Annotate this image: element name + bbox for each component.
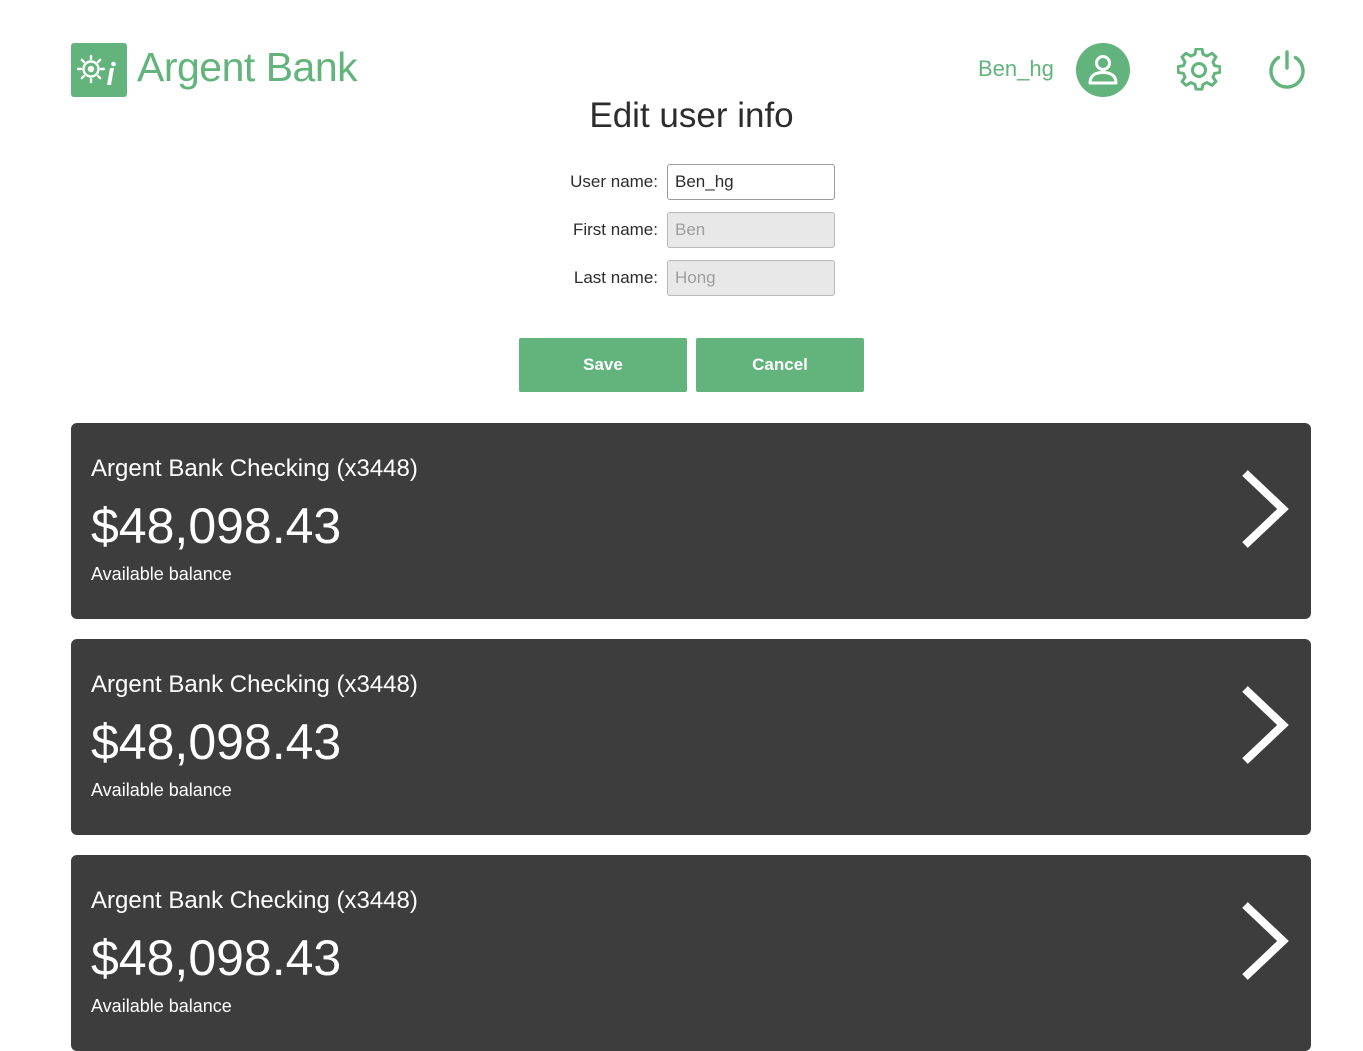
account-amount-description: Available balance bbox=[91, 780, 232, 800]
account-amount-description: Available balance bbox=[91, 564, 232, 584]
page-title: Edit user info bbox=[589, 96, 794, 135]
chevron-right-icon[interactable] bbox=[1237, 469, 1293, 549]
username-row: User name: bbox=[520, 164, 850, 200]
firstname-row: First name: bbox=[520, 212, 850, 248]
brand-logo[interactable]: Argent Bank bbox=[71, 43, 358, 97]
lastname-label: Last name: bbox=[573, 268, 658, 287]
settings-button[interactable] bbox=[1176, 47, 1222, 92]
account-amount-description: Available balance bbox=[91, 996, 232, 1016]
save-button[interactable]: Save bbox=[519, 338, 687, 392]
gear-icon bbox=[1176, 47, 1222, 91]
account-card[interactable]: Argent Bank Checking (x3448) $48,098.43 … bbox=[71, 639, 1311, 835]
lastname-row: Last name: bbox=[520, 260, 850, 296]
firstname-input bbox=[667, 212, 835, 248]
logout-button[interactable] bbox=[1266, 49, 1308, 91]
account-title: Argent Bank Checking (x3448) bbox=[91, 455, 418, 482]
chevron-right-icon[interactable] bbox=[1237, 685, 1293, 765]
user-avatar-button[interactable] bbox=[1076, 43, 1130, 97]
header: Argent Bank Ben_hg bbox=[0, 0, 1363, 110]
header-username[interactable]: Ben_hg bbox=[978, 56, 1054, 82]
firstname-label: First name: bbox=[572, 220, 658, 239]
account-amount: $48,098.43 bbox=[91, 714, 342, 770]
account-card[interactable]: Argent Bank Checking (x3448) $48,098.43 … bbox=[71, 855, 1311, 1051]
username-input[interactable] bbox=[667, 164, 835, 200]
lastname-input bbox=[667, 260, 835, 296]
username-label: User name: bbox=[570, 172, 658, 191]
account-amount: $48,098.43 bbox=[91, 498, 342, 554]
user-icon bbox=[1088, 55, 1118, 85]
cancel-button[interactable]: Cancel bbox=[696, 338, 864, 392]
chevron-right-icon[interactable] bbox=[1237, 901, 1293, 981]
account-title: Argent Bank Checking (x3448) bbox=[91, 671, 418, 698]
logo-icon bbox=[71, 43, 127, 97]
account-card[interactable]: Argent Bank Checking (x3448) $48,098.43 … bbox=[71, 423, 1311, 619]
account-amount: $48,098.43 bbox=[91, 930, 342, 986]
account-title: Argent Bank Checking (x3448) bbox=[91, 887, 418, 914]
power-icon bbox=[1269, 50, 1305, 89]
brand-name: Argent Bank bbox=[137, 43, 358, 90]
